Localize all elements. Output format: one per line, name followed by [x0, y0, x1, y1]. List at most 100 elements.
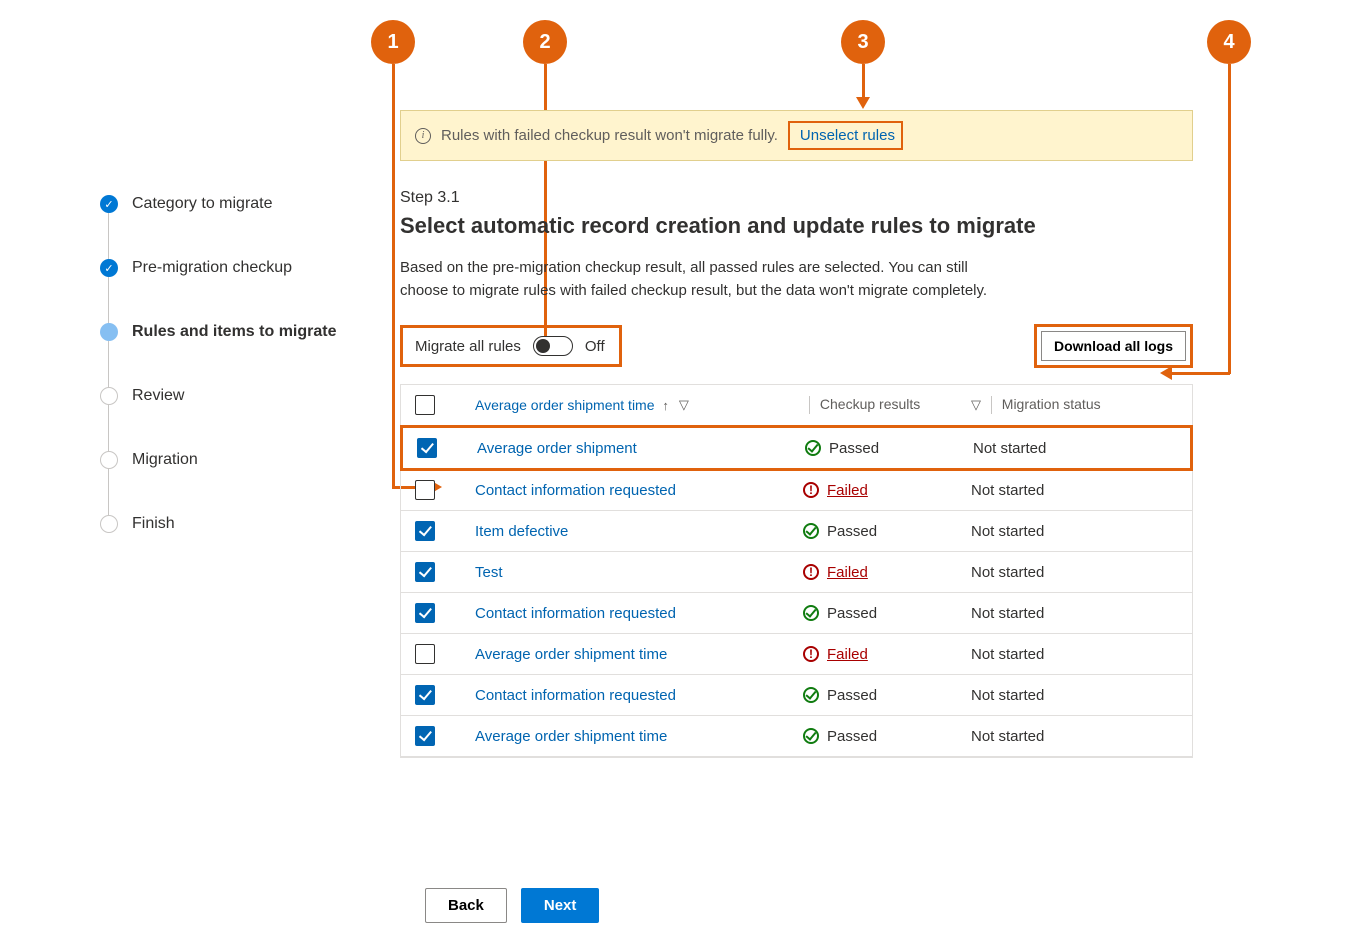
table-row[interactable]: Test! Failed Not started	[401, 552, 1192, 593]
select-all-checkbox[interactable]	[415, 395, 435, 415]
callout-4: 4	[1207, 20, 1251, 64]
migrate-all-toggle[interactable]	[533, 336, 573, 356]
step-rules-items[interactable]: Rules and items to migrate	[100, 323, 360, 341]
passed-icon	[805, 440, 821, 456]
grid-header: Average order shipment time ↑ ▽ Checkup …	[401, 385, 1192, 426]
table-row[interactable]: Average order shipment time!FailedNot st…	[401, 634, 1192, 675]
rule-name-link[interactable]: Average order shipment time	[475, 646, 795, 663]
table-row[interactable]: Contact information requestedPassedNot s…	[401, 675, 1192, 716]
step-label: Category to migrate	[132, 195, 273, 213]
passed-icon	[803, 605, 819, 621]
filter-icon[interactable]: ▽	[679, 397, 689, 413]
callout-3: 3	[841, 20, 885, 64]
wizard-steps: ✓ Category to migrate ✓ Pre-migration ch…	[100, 195, 360, 579]
download-all-logs-button[interactable]: Download all logs	[1041, 331, 1186, 361]
rule-name-link[interactable]: Average order shipment time	[475, 728, 795, 745]
checkup-text: Passed	[827, 687, 877, 704]
page-description: Based on the pre-migration checkup resul…	[400, 257, 1000, 302]
step-label: Review	[132, 387, 184, 405]
migration-status: Not started	[971, 605, 1131, 622]
step-pre-migration[interactable]: ✓ Pre-migration checkup	[100, 259, 360, 277]
checkup-text: Passed	[827, 728, 877, 745]
check-icon: ✓	[100, 195, 118, 213]
step-review[interactable]: Review	[100, 387, 360, 405]
step-label: Pre-migration checkup	[132, 259, 292, 277]
main-panel: i Rules with failed checkup result won't…	[400, 110, 1193, 758]
table-row[interactable]: Average order shipment timePassedNot sta…	[401, 716, 1192, 757]
arrow-line	[862, 64, 865, 99]
checkup-result: Passed	[803, 605, 963, 622]
page-title: Select automatic record creation and upd…	[400, 213, 1193, 239]
passed-icon	[803, 523, 819, 539]
row-checkbox[interactable]	[415, 726, 435, 746]
migration-status: Not started	[971, 482, 1131, 499]
toggle-knob	[536, 339, 550, 353]
row-checkbox[interactable]	[415, 603, 435, 623]
checkup-result: Passed	[803, 728, 963, 745]
step-kicker: Step 3.1	[400, 189, 1193, 207]
failed-icon: !	[803, 482, 819, 498]
filter-icon[interactable]: ▽	[971, 397, 981, 412]
row-checkbox[interactable]	[415, 480, 435, 500]
current-step-icon	[100, 323, 118, 341]
rule-name-link[interactable]: Contact information requested	[475, 482, 795, 499]
checkup-failed-link[interactable]: Failed	[827, 646, 868, 663]
row-checkbox[interactable]	[417, 438, 437, 458]
migration-status: Not started	[971, 523, 1131, 540]
checkup-result: Passed	[805, 440, 965, 457]
rule-name-link[interactable]: Average order shipment	[477, 440, 797, 457]
passed-icon	[803, 687, 819, 703]
arrow-head	[856, 97, 870, 109]
checkup-result: !Failed	[803, 646, 963, 663]
column-checkup[interactable]: Checkup results	[820, 396, 920, 412]
sort-asc-icon[interactable]: ↑	[662, 398, 669, 413]
step-finish[interactable]: Finish	[100, 515, 360, 533]
step-connector	[108, 213, 109, 265]
table-row[interactable]: Contact information requested! Failed Not …	[401, 470, 1192, 511]
passed-icon	[803, 728, 819, 744]
step-migration[interactable]: Migration	[100, 451, 360, 469]
table-row[interactable]: Item defective Passed Not started	[401, 511, 1192, 552]
migration-status: Not started	[973, 440, 1133, 457]
rule-name-link[interactable]: Item defective	[475, 523, 795, 540]
rule-name-link[interactable]: Test	[475, 564, 795, 581]
pending-step-icon	[100, 451, 118, 469]
step-connector	[108, 405, 109, 457]
checkup-failed-link[interactable]: Failed	[827, 564, 868, 581]
checkup-result: Passed	[803, 523, 963, 540]
checkup-text: Passed	[827, 605, 877, 622]
callout-box-4: Download all logs	[1034, 324, 1193, 368]
row-checkbox[interactable]	[415, 521, 435, 541]
checkup-result: ! Failed	[803, 482, 963, 499]
arrow-line	[1228, 64, 1231, 374]
step-connector	[108, 341, 109, 393]
step-connector	[108, 469, 109, 521]
rule-name-link[interactable]: Contact information requested	[475, 605, 795, 622]
step-category[interactable]: ✓ Category to migrate	[100, 195, 360, 213]
row-checkbox[interactable]	[415, 644, 435, 664]
check-icon: ✓	[100, 259, 118, 277]
rules-grid: Average order shipment time ↑ ▽ Checkup …	[400, 384, 1193, 758]
row-checkbox[interactable]	[415, 562, 435, 582]
next-button[interactable]: Next	[521, 888, 600, 923]
checkup-failed-link[interactable]: Failed	[827, 482, 868, 499]
callout-box-2: Migrate all rules Off	[400, 325, 622, 367]
table-row[interactable]: Contact information requested Passed Not s…	[401, 593, 1192, 634]
checkup-text: Passed	[827, 523, 877, 540]
column-name[interactable]: Average order shipment time	[475, 397, 655, 413]
back-button[interactable]: Back	[425, 888, 507, 923]
unselect-rules-link[interactable]: Unselect rules	[800, 127, 895, 144]
migrate-all-label: Migrate all rules	[415, 338, 521, 355]
column-migration[interactable]: Migration status	[1002, 396, 1101, 412]
failed-icon: !	[803, 564, 819, 580]
migration-status: Not started	[971, 564, 1131, 581]
rule-name-link[interactable]: Contact information requested	[475, 687, 795, 704]
row-checkbox[interactable]	[415, 685, 435, 705]
pending-step-icon	[100, 387, 118, 405]
step-connector	[108, 277, 109, 329]
toggle-state-text: Off	[585, 338, 605, 355]
checkup-result: Passed	[803, 687, 963, 704]
table-row[interactable]: Average order shipment Passed Not started	[400, 425, 1193, 471]
warning-banner: i Rules with failed checkup result won't…	[400, 110, 1193, 161]
pending-step-icon	[100, 515, 118, 533]
